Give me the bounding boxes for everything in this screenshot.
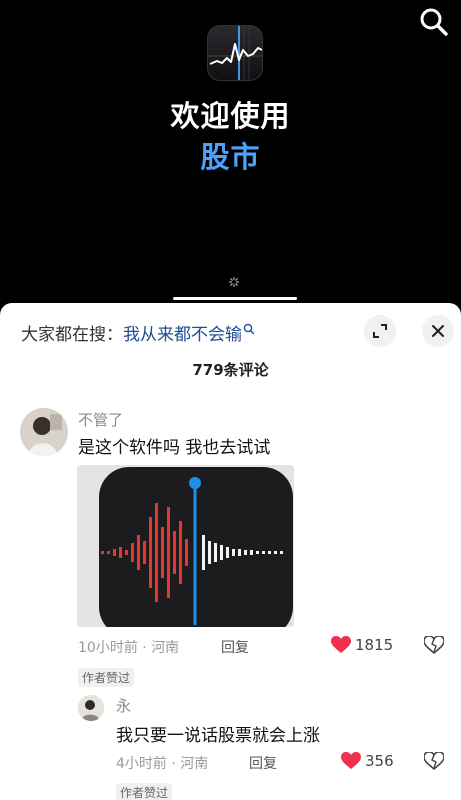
like-button[interactable]: 1815 — [331, 636, 393, 654]
comment-image[interactable] — [77, 465, 294, 627]
video-player[interactable]: 欢迎使用 股市 — [0, 0, 461, 303]
dislike-button[interactable] — [423, 635, 445, 658]
reply-text[interactable]: 我只要一说话股票就会上涨 — [116, 721, 320, 746]
hot-search-term[interactable]: 我从来都不会输 — [123, 325, 242, 345]
close-button[interactable] — [422, 315, 454, 347]
heart-icon — [331, 636, 351, 653]
author-liked-badge: 作者赞过 — [116, 783, 173, 800]
expand-icon — [373, 324, 387, 338]
reply-location: 河南 — [180, 756, 209, 772]
comment-text[interactable]: 是这个软件吗 我也去试试 — [78, 433, 270, 458]
author-liked-badge: 作者赞过 — [78, 668, 135, 687]
comment-meta: 10小时前 · 河南 — [78, 640, 180, 656]
hot-search-bar[interactable]: 大家都在搜：我从来都不会输 — [21, 320, 255, 345]
expand-button[interactable] — [364, 315, 396, 347]
reply-button[interactable]: 回复 — [249, 753, 277, 773]
like-count: 356 — [365, 752, 394, 770]
search-icon[interactable] — [418, 6, 450, 38]
hot-search-prefix: 大家都在搜： — [21, 325, 123, 345]
comment-count: 779条评论 — [192, 361, 269, 379]
comment-time: 10小时前 — [78, 640, 138, 656]
avatar[interactable] — [20, 408, 68, 456]
broken-heart-icon — [423, 751, 445, 771]
reply-button[interactable]: 回复 — [221, 637, 249, 657]
stocks-app-icon — [207, 25, 263, 81]
reply-username[interactable]: 永 — [116, 695, 131, 716]
close-icon — [432, 325, 444, 337]
like-button[interactable]: 356 — [341, 752, 394, 770]
reply-meta: 4小时前 · 河南 — [116, 756, 209, 772]
heart-icon — [341, 752, 361, 769]
broken-heart-icon — [423, 635, 445, 655]
dislike-button[interactable] — [423, 751, 445, 774]
loading-spinner-icon — [228, 272, 240, 288]
video-progress-bar[interactable] — [173, 297, 297, 300]
search-icon — [243, 320, 255, 340]
comments-panel: 大家都在搜：我从来都不会输 779条评论 不管了 是这个软件吗 我也去试试 10… — [0, 303, 461, 800]
welcome-text: 欢迎使用 — [170, 99, 291, 133]
app-name-text: 股市 — [200, 140, 261, 174]
comment-username[interactable]: 不管了 — [78, 409, 123, 430]
reply-time: 4小时前 — [116, 756, 167, 772]
comment-location: 河南 — [151, 640, 180, 656]
avatar[interactable] — [78, 695, 104, 721]
like-count: 1815 — [355, 636, 394, 654]
